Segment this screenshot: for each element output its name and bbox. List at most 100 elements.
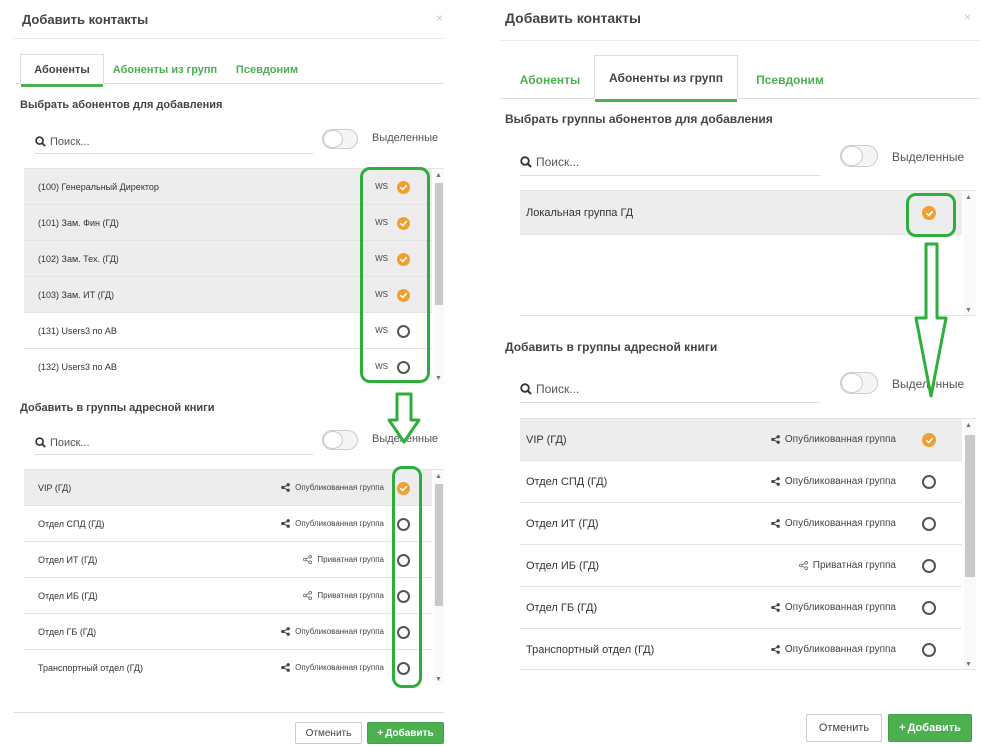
scroll-down-icon[interactable]: ▼ xyxy=(435,676,442,683)
group-row[interactable]: Транспортный отдел (ГД) Опубликованная гр… xyxy=(24,650,432,685)
unchecked-icon[interactable] xyxy=(922,643,936,657)
cancel-button[interactable]: Отменить xyxy=(295,722,362,744)
share-outline-icon xyxy=(798,561,811,570)
add-button[interactable]: + Добавить xyxy=(888,714,972,742)
group-row-tag: Опубликованная группа xyxy=(771,476,896,487)
subscriber-row[interactable]: (102) Зам. Тех. (ГД) WS xyxy=(24,241,432,277)
unchecked-icon[interactable] xyxy=(922,475,936,489)
scroll-down-icon[interactable]: ▼ xyxy=(965,661,972,668)
subscriber-group-row[interactable]: Локальная группа ГД xyxy=(520,191,962,235)
subscriber-group-row-name: Локальная группа ГД xyxy=(526,206,634,219)
group-row[interactable]: Транспортный отдел (ГД) Опубликованная гр… xyxy=(520,629,962,669)
scroll-up-icon[interactable]: ▲ xyxy=(965,422,972,429)
checked-icon[interactable] xyxy=(922,206,936,220)
scrollbar[interactable]: ▲ ▼ xyxy=(964,419,976,669)
cancel-button[interactable]: Отменить xyxy=(806,714,882,742)
share-icon xyxy=(281,627,293,636)
group-row[interactable]: Отдел ИБ (ГД) Приватная группа xyxy=(24,578,432,614)
subscriber-row-tag-text: WS xyxy=(375,254,388,263)
selected-toggle[interactable] xyxy=(840,145,878,167)
group-row-tag-text: Приватная группа xyxy=(317,591,384,600)
group-row[interactable]: Отдел СПД (ГД) Опубликованная группа xyxy=(520,461,962,503)
group-row[interactable]: Отдел ГБ (ГД) Опубликованная группа xyxy=(520,587,962,629)
scrollbar[interactable]: ▲ ▼ xyxy=(434,169,444,384)
tab-subscribers[interactable]: Абоненты xyxy=(506,59,594,99)
group-row[interactable]: Отдел ИТ (ГД) Приватная группа xyxy=(24,542,432,578)
checked-icon[interactable] xyxy=(397,481,410,495)
group-row-tag: Опубликованная группа xyxy=(281,663,384,672)
group-row[interactable]: Отдел ГБ (ГД) Опубликованная группа xyxy=(24,614,432,650)
unchecked-icon[interactable] xyxy=(397,553,410,567)
unchecked-icon[interactable] xyxy=(397,625,410,639)
subscriber-row-name: (100) Генеральный Директор xyxy=(38,181,159,192)
group-row[interactable]: Отдел ИБ (ГД) Приватная группа xyxy=(520,545,962,587)
group-row-tag-text: Опубликованная группа xyxy=(784,644,896,655)
subscriber-row[interactable]: (103) Зам. ИТ (ГД) WS xyxy=(24,277,432,313)
unchecked-icon[interactable] xyxy=(397,324,410,338)
footer-divider xyxy=(14,712,444,713)
address-book-group-list: VIP (ГД) Опубликованная группа Отдел СПД (… xyxy=(520,418,976,670)
scrollbar[interactable]: ▲ ▼ xyxy=(964,191,976,315)
scrollbar-thumb[interactable] xyxy=(435,183,443,305)
checked-icon[interactable] xyxy=(922,433,936,447)
search-placeholder: Поиск... xyxy=(50,135,90,148)
section-select-subscriber-groups: Выбрать группы абонентов для добавления xyxy=(505,112,773,126)
unchecked-icon[interactable] xyxy=(922,601,936,615)
add-button-label: Добавить xyxy=(907,722,961,734)
checked-icon[interactable] xyxy=(397,180,410,194)
tab-subscribers-from-groups[interactable]: Абоненты из групп xyxy=(104,54,226,84)
scrollbar-thumb[interactable] xyxy=(435,484,443,606)
tab-alias[interactable]: Псевдоним xyxy=(226,54,308,84)
group-row[interactable]: Отдел СПД (ГД) Опубликованная группа xyxy=(24,506,432,542)
unchecked-icon[interactable] xyxy=(397,661,410,675)
unchecked-icon[interactable] xyxy=(397,517,410,531)
unchecked-icon[interactable] xyxy=(922,559,936,573)
add-button[interactable]: + Добавить xyxy=(367,722,444,744)
group-row-tag-text: Опубликованная группа xyxy=(295,519,384,528)
unchecked-icon[interactable] xyxy=(397,589,410,603)
subscriber-row-tag-text: WS xyxy=(375,290,388,299)
group-row-tag: Опубликованная группа xyxy=(281,627,384,636)
group-row[interactable]: Отдел ИТ (ГД) Опубликованная группа xyxy=(520,503,962,545)
scrollbar[interactable]: ▲ ▼ xyxy=(434,470,444,685)
scroll-down-icon[interactable]: ▼ xyxy=(435,375,442,382)
scroll-up-icon[interactable]: ▲ xyxy=(435,172,442,179)
scrollbar-thumb[interactable] xyxy=(965,435,975,577)
close-icon[interactable]: × xyxy=(436,11,443,25)
checked-icon[interactable] xyxy=(397,252,410,266)
checked-icon[interactable] xyxy=(397,216,410,230)
groups-search-input[interactable]: Поиск... xyxy=(35,431,313,455)
groups-selected-toggle[interactable] xyxy=(840,372,878,394)
search-icon xyxy=(520,382,532,395)
groups-toggle-label: Выделенные xyxy=(372,433,439,445)
subscriber-row[interactable]: (132) Users3 по AB WS xyxy=(24,349,432,384)
group-row-name: VIP (ГД) xyxy=(526,433,567,446)
subscriber-row[interactable]: (100) Генеральный Директор WS xyxy=(24,169,432,205)
title-divider xyxy=(14,38,444,39)
subscriber-row[interactable]: (131) Users3 по AB WS xyxy=(24,313,432,349)
group-row[interactable]: VIP (ГД) Опубликованная группа xyxy=(24,470,432,506)
scroll-down-icon[interactable]: ▼ xyxy=(965,307,972,314)
search-placeholder: Поиск... xyxy=(536,154,580,169)
left-dialog: Добавить контакты × Абоненты Абоненты из… xyxy=(0,0,458,746)
share-icon xyxy=(281,483,293,492)
search-input[interactable]: Поиск... xyxy=(35,130,313,154)
close-icon[interactable]: × xyxy=(964,10,971,24)
selected-toggle[interactable] xyxy=(322,129,358,149)
group-row-tag: Опубликованная группа xyxy=(771,602,896,613)
tab-subscribers-from-groups[interactable]: Абоненты из групп xyxy=(594,55,738,102)
groups-selected-toggle[interactable] xyxy=(322,430,358,450)
tab-alias[interactable]: Псевдоним xyxy=(738,59,842,99)
share-icon xyxy=(771,435,783,444)
groups-search-input[interactable]: Поиск... xyxy=(520,375,820,403)
unchecked-icon[interactable] xyxy=(922,517,936,531)
search-input[interactable]: Поиск... xyxy=(520,148,820,176)
tab-bar: Абоненты Абоненты из групп Псевдоним xyxy=(20,54,308,87)
scroll-up-icon[interactable]: ▲ xyxy=(965,194,972,201)
tab-subscribers[interactable]: Абоненты xyxy=(20,54,104,87)
unchecked-icon[interactable] xyxy=(397,360,410,374)
group-row[interactable]: VIP (ГД) Опубликованная группа xyxy=(520,419,962,461)
scroll-up-icon[interactable]: ▲ xyxy=(435,473,442,480)
checked-icon[interactable] xyxy=(397,288,410,302)
subscriber-row[interactable]: (101) Зам. Фин (ГД) WS xyxy=(24,205,432,241)
